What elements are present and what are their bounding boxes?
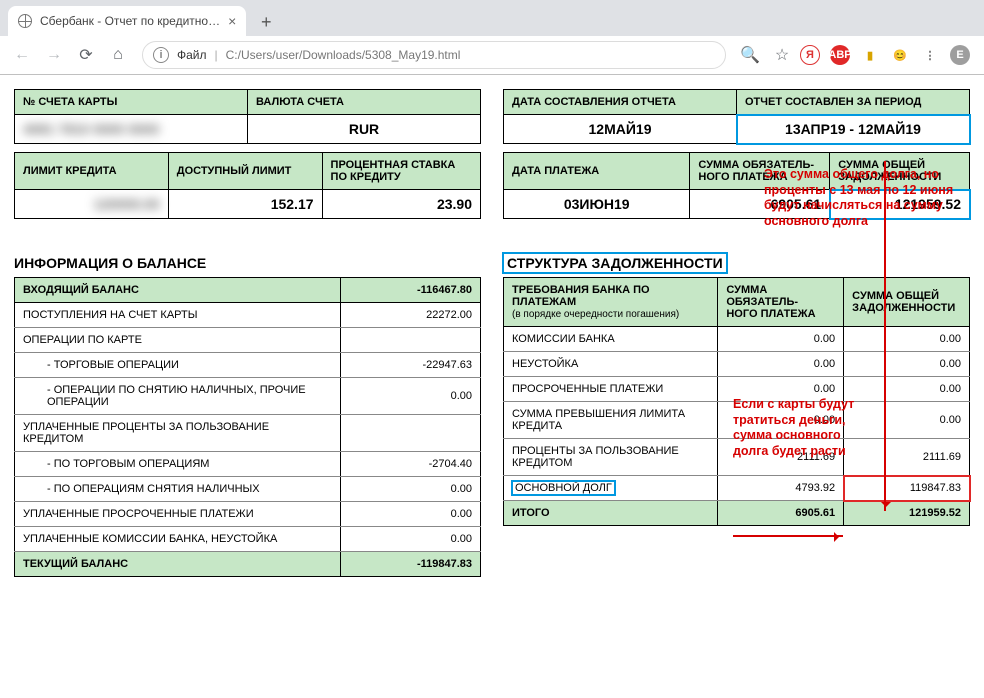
addr-separator: | [215,48,218,62]
available-limit-value: 152.17 [168,190,322,219]
extensions-area: Я ABP ▮ 😊 ⋮ E [800,45,976,65]
balance-heading: ИНФОРМАЦИЯ О БАЛАНСЕ [14,255,481,271]
available-limit-label: ДОСТУПНЫЙ ЛИМИТ [168,153,322,190]
report-period-label: ОТЧЕТ СОСТАВЛЕН ЗА ПЕРИОД [737,90,970,115]
balance-row-label: - ПО ОПЕРАЦИЯМ СНЯТИЯ НАЛИЧНЫХ [15,477,341,502]
debt-row-total: 0.00 [844,327,970,352]
debt-row-mandatory: 4793.92 [718,476,844,501]
currency-value: RUR [248,115,481,144]
debt-col2-header: СУММА ОБЯЗАТЕЛЬ- НОГО ПЛАТЕЖА [718,278,844,327]
tab-title: Сбербанк - Отчет по кредитно… [40,14,220,28]
browser-chrome: Сбербанк - Отчет по кредитно… × + ← → ⟳ … [0,0,984,75]
interest-rate-label: ПРОЦЕНТНАЯ СТАВКА ПО КРЕДИТУ [322,153,480,190]
incoming-balance-label: ВХОДЯЩИЙ БАЛАНС [15,278,341,303]
balance-row-label: УПЛАЧЕННЫЕ ПРОЦЕНТЫ ЗА ПОЛЬЗОВАНИЕ КРЕДИ… [15,415,341,452]
balance-row-value [341,328,481,353]
debt-row-label: ПРОСРОЧЕННЫЕ ПЛАТЕЖИ [504,377,718,402]
balance-row-label: - ОПЕРАЦИИ ПО СНЯТИЮ НАЛИЧНЫХ, ПРОЧИЕ ОП… [15,378,341,415]
balance-row-label: ПОСТУПЛЕНИЯ НА СЧЕТ КАРТЫ [15,303,341,328]
zoom-icon[interactable]: 🔍 [736,41,764,69]
card-account-label: № СЧЕТА КАРТЫ [15,90,248,115]
profile-avatar[interactable]: E [950,45,970,65]
balance-row-label: - ПО ТОРГОВЫМ ОПЕРАЦИЯМ [15,452,341,477]
card-currency-block: № СЧЕТА КАРТЫ ВАЛЮТА СЧЕТА 4081 7810 000… [14,89,481,144]
address-bar[interactable]: i Файл | C:/Users/user/Downloads/5308_Ma… [142,41,726,69]
credit-limit-label: ЛИМИТ КРЕДИТА [15,153,169,190]
debt-col1-header: ТРЕБОВАНИЯ БАНКА ПО ПЛАТЕЖАМ (в порядке … [504,278,718,327]
annotation-principal-growth: Если с карты будут тратиться деньги, сум… [733,397,863,460]
new-tab-button[interactable]: + [252,8,280,36]
balance-footer-label: ТЕКУЩИЙ БАЛАНС [15,552,341,577]
payment-date-label: ДАТА ПЛАТЕЖА [504,153,690,190]
balance-table: ВХОДЯЩИЙ БАЛАНС -116467.80 ПОСТУПЛЕНИЯ Н… [14,277,481,577]
debt-row-label: КОМИССИИ БАНКА [504,327,718,352]
interest-rate-value: 23.90 [322,190,480,219]
debt-row-total: 119847.83 [844,476,970,501]
close-tab-icon[interactable]: × [228,13,236,29]
balance-row-label: - ТОРГОВЫЕ ОПЕРАЦИИ [15,353,341,378]
annotation-total-debt: Это сумма общего долга, но проценты с 13… [764,167,974,230]
site-info-icon[interactable]: i [153,47,169,63]
adblock-extension-icon[interactable]: ABP [830,45,850,65]
debt-row-label: ПРОЦЕНТЫ ЗА ПОЛЬЗОВАНИЕ КРЕДИТОМ [504,439,718,476]
report-period-block: ДАТА СОСТАВЛЕНИЯ ОТЧЕТА ОТЧЕТ СОСТАВЛЕН … [503,89,970,144]
balance-footer-value: -119847.83 [341,552,481,577]
debt-col3-header: СУММА ОБЩЕЙ ЗАДОЛЖЕННОСТИ [844,278,970,327]
currency-label: ВАЛЮТА СЧЕТА [248,90,481,115]
credit-limits-block: ЛИМИТ КРЕДИТА ДОСТУПНЫЙ ЛИМИТ ПРОЦЕНТНАЯ… [14,152,481,219]
addr-scheme-label: Файл [177,48,207,62]
balance-row-value: 0.00 [341,527,481,552]
balance-row-label: ОПЕРАЦИИ ПО КАРТЕ [15,328,341,353]
debt-row-mandatory: 0.00 [718,327,844,352]
emoji-extension-icon[interactable]: 😊 [890,45,910,65]
forward-button[interactable]: → [40,41,68,69]
debt-footer-label: ИТОГО [504,501,718,526]
balance-row-value: 0.00 [341,477,481,502]
balance-row-value: 0.00 [341,502,481,527]
debt-row-label: СУММА ПРЕВЫШЕНИЯ ЛИМИТА КРЕДИТА [504,402,718,439]
balance-row-label: УПЛАЧЕННЫЕ ПРОСРОЧЕННЫЕ ПЛАТЕЖИ [15,502,341,527]
globe-icon [18,14,32,28]
debt-heading: СТРУКТУРА ЗАДОЛЖЕННОСТИ [503,255,727,271]
debt-row-label: НЕУСТОЙКА [504,352,718,377]
arrow-right-icon [733,535,843,537]
balance-row-label: УПЛАЧЕННЫЕ КОМИССИИ БАНКА, НЕУСТОЙКА [15,527,341,552]
payment-date-value: 03ИЮН19 [504,190,690,219]
credit-limit-value: 120000.00 [15,190,169,219]
card-account-value: 4081 7810 0000 0000 [15,115,248,144]
incoming-balance-value: -116467.80 [341,278,481,303]
balance-row-value [341,415,481,452]
reload-button[interactable]: ⟳ [72,41,100,69]
balance-row-value: -22947.63 [341,353,481,378]
report-period-value: 13АПР19 - 12МАЙ19 [737,115,970,144]
back-button[interactable]: ← [8,41,36,69]
home-button[interactable]: ⌂ [104,41,132,69]
debt-row-mandatory: 0.00 [718,352,844,377]
report-page: № СЧЕТА КАРТЫ ВАЛЮТА СЧЕТА 4081 7810 000… [0,75,984,595]
debt-footer-mandatory: 6905.61 [718,501,844,526]
balance-row-value: -2704.40 [341,452,481,477]
balance-row-value: 0.00 [341,378,481,415]
debt-row-total: 0.00 [844,352,970,377]
report-date-value: 12МАЙ19 [504,115,737,144]
tab-strip: Сбербанк - Отчет по кредитно… × + [0,0,984,36]
yandex-extension-icon[interactable]: Я [800,45,820,65]
report-date-label: ДАТА СОСТАВЛЕНИЯ ОТЧЕТА [504,90,737,115]
browser-toolbar: ← → ⟳ ⌂ i Файл | C:/Users/user/Downloads… [0,36,984,74]
browser-tab[interactable]: Сбербанк - Отчет по кредитно… × [8,6,246,36]
menu-button[interactable]: ⋮ [920,45,940,65]
addr-path: C:/Users/user/Downloads/5308_May19.html [226,48,461,62]
bookmark-icon[interactable]: ☆ [768,41,796,69]
debt-footer-total: 121959.52 [844,501,970,526]
debt-row-label: ОСНОВНОЙ ДОЛГ [504,476,718,501]
balance-row-value: 22272.00 [341,303,481,328]
extension-icon[interactable]: ▮ [860,45,880,65]
arrow-down-icon [884,161,886,511]
